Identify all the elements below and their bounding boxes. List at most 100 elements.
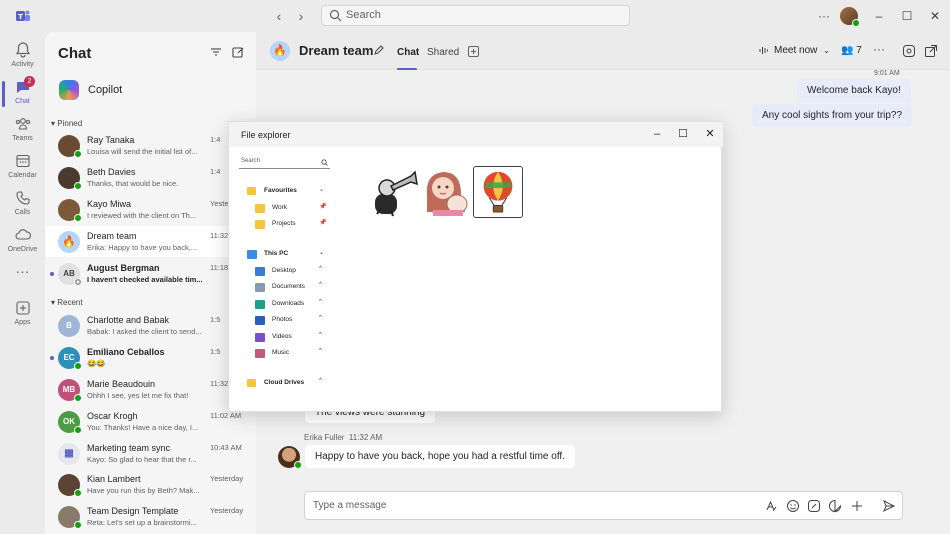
music-icon	[255, 349, 265, 358]
profile-avatar[interactable]	[840, 7, 860, 27]
maximize-icon[interactable]: ☐	[676, 127, 690, 141]
emoji-icon[interactable]	[786, 499, 800, 513]
tree-label: Photos	[272, 316, 293, 323]
chat-time: Yesterday	[210, 474, 244, 483]
forward-arrow-icon[interactable]: ›	[293, 8, 309, 24]
filter-icon[interactable]	[208, 44, 224, 60]
teams-logo-icon[interactable]: T	[15, 8, 31, 24]
received-message: Happy to have you back, hope you had a r…	[305, 445, 575, 468]
chevron-up-icon: ^	[319, 378, 322, 384]
calendar-meeting-icon: ▦	[58, 443, 80, 465]
title-bar: T ‹ › Search ··· – ☐ ✕	[0, 0, 950, 32]
tab-chat[interactable]: Chat	[397, 47, 419, 58]
copilot-pane-icon[interactable]	[902, 44, 916, 58]
tree-item-documents[interactable]: Documents ^	[229, 281, 339, 295]
rail-item-apps[interactable]: Apps	[0, 296, 45, 334]
chat-row-charlotte-babak[interactable]: B Charlotte and Babak Babak: I asked the…	[45, 310, 256, 341]
message-composer[interactable]: Type a message	[304, 491, 903, 520]
tree-item-desktop[interactable]: Desktop ^	[229, 265, 339, 279]
girl-with-cat-sticker-image[interactable]	[421, 166, 471, 218]
tab-shared[interactable]: Shared	[427, 47, 459, 58]
pin-icon[interactable]: 📌	[319, 219, 326, 226]
tree-label: Work	[272, 204, 288, 211]
loop-icon[interactable]	[807, 499, 821, 513]
maximize-icon[interactable]: ☐	[898, 7, 916, 25]
minimize-icon[interactable]: –	[650, 127, 664, 141]
chat-row-team-design-template[interactable]: Team Design Template Reta: Let's set up …	[45, 501, 256, 532]
more-options-icon[interactable]: ···	[815, 7, 833, 25]
rail-item-calls[interactable]: Calls	[0, 186, 45, 224]
avatar	[58, 199, 82, 222]
tree-item-photos[interactable]: Photos ^	[229, 314, 339, 328]
pop-out-icon[interactable]	[924, 44, 938, 58]
new-chat-icon[interactable]	[230, 44, 246, 60]
chat-row-kian-lambert[interactable]: Kian Lambert Have you run this by Beth? …	[45, 469, 256, 500]
svg-text:T: T	[18, 13, 23, 21]
search-placeholder: Search	[346, 9, 381, 21]
tree-item-projects[interactable]: Projects 📌	[229, 218, 339, 232]
more-options-icon[interactable]: ···	[873, 42, 885, 56]
add-attachment-icon[interactable]	[850, 499, 864, 513]
back-arrow-icon[interactable]: ‹	[271, 8, 287, 24]
recent-section-header[interactable]: ▾ Recent	[51, 298, 83, 307]
participants-count: 7	[856, 45, 862, 56]
avatar	[58, 135, 82, 158]
rail-item-chat[interactable]: 2 Chat	[0, 75, 45, 113]
rail-item-activity[interactable]: Activity	[0, 38, 45, 76]
trumpet-sticker-image[interactable]	[371, 166, 421, 218]
chevron-down-icon: ⌄	[319, 187, 325, 193]
search-input[interactable]: Search	[321, 5, 630, 26]
edit-name-icon[interactable]	[373, 44, 385, 56]
folder-icon	[255, 220, 265, 229]
chat-row-marketing-team-sync[interactable]: ▦ Marketing team sync Kayo: So glad to h…	[45, 438, 256, 469]
more-apps-icon[interactable]: ···	[0, 264, 45, 284]
chat-row-emiliano-ceballos[interactable]: EC Emiliano Ceballos 😂😂 1:5	[45, 342, 256, 373]
avatar[interactable]	[278, 446, 302, 469]
file-search-input[interactable]: Search	[239, 158, 330, 169]
my-message: Any cool sights from your trip??	[752, 104, 913, 127]
teams-icon	[15, 118, 30, 130]
chat-row-oscar-krogh[interactable]: OK Oscar Krogh You: Thanks! Have a nice …	[45, 406, 256, 437]
format-icon[interactable]	[764, 499, 778, 513]
close-icon[interactable]: ✕	[703, 127, 717, 141]
chat-row-marie-beaudouin[interactable]: MB Marie Beaudouin Ohhh I see, yes let m…	[45, 374, 256, 405]
tree-item-videos[interactable]: Videos ^	[229, 331, 339, 345]
chat-time: 10:43 AM	[210, 443, 242, 452]
chat-preview: I haven't checked available tim...	[87, 275, 203, 284]
copilot-label: Copilot	[88, 84, 123, 96]
photos-icon	[255, 316, 265, 325]
pin-icon[interactable]: 📌	[319, 203, 326, 210]
chat-preview: You: Thanks! Have a nice day, I...	[87, 423, 199, 432]
tree-label: Projects	[272, 220, 296, 227]
rail-item-teams[interactable]: Teams	[0, 112, 45, 150]
minimize-icon[interactable]: –	[870, 7, 888, 25]
hot-air-balloon-sticker-image[interactable]	[473, 166, 523, 218]
avatar	[58, 474, 82, 497]
tree-item-music[interactable]: Music ^	[229, 347, 339, 361]
send-icon[interactable]	[882, 499, 896, 513]
presence-available-icon	[74, 182, 82, 190]
rail-item-calendar[interactable]: Calendar	[0, 149, 45, 187]
chat-row-dream-team[interactable]: 🔥 Dream team Erika: Happy to have you ba…	[45, 226, 256, 257]
chat-row-beth-davies[interactable]: Beth Davies Thanks, that would be nice. …	[45, 162, 256, 193]
chat-list-pane: Chat Copilot ▾ Pinned Ray Tanaka Louisa …	[45, 32, 256, 534]
tree-item-work[interactable]: Work 📌	[229, 202, 339, 216]
chat-row-august-bergman[interactable]: AB August Bergman I haven't checked avai…	[45, 258, 256, 289]
chat-preview: Louisa will send the initial list of...	[87, 147, 198, 156]
participants-button[interactable]: 👥 7	[841, 45, 862, 56]
copilot-item[interactable]: Copilot	[45, 75, 256, 105]
tree-this-pc[interactable]: This PC ⌄	[229, 248, 339, 262]
avatar-initials: EC	[63, 353, 75, 362]
tree-cloud-drives[interactable]: Cloud Drives ^	[229, 377, 339, 391]
tree-item-downloads[interactable]: Downloads ^	[229, 298, 339, 312]
tree-favourites[interactable]: Favourites ⌄	[229, 185, 339, 199]
rail-item-onedrive[interactable]: OneDrive	[0, 223, 45, 261]
add-tab-icon[interactable]	[468, 46, 479, 57]
chat-row-ray-tanaka[interactable]: Ray Tanaka Louisa will send the initial …	[45, 130, 256, 161]
sticker-icon[interactable]	[828, 499, 842, 513]
chat-row-kayo-miwa[interactable]: Kayo Miwa I reviewed with the client on …	[45, 194, 256, 225]
meet-now-button[interactable]: Meet now ⌄	[774, 45, 830, 56]
pinned-section-header[interactable]: ▾ Pinned	[51, 119, 82, 128]
close-icon[interactable]: ✕	[926, 7, 944, 25]
bell-icon	[15, 42, 30, 58]
